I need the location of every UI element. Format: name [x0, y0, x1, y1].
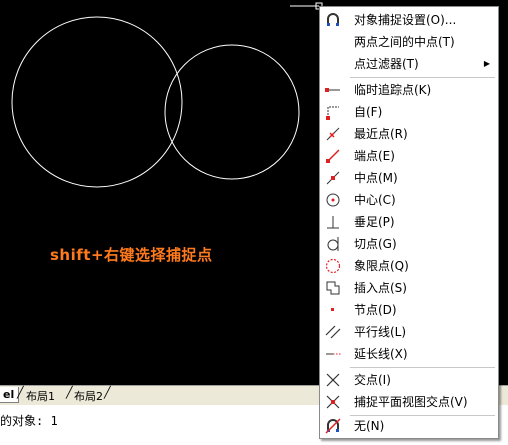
- menu-item-endpoint[interactable]: 端点(E): [320, 145, 498, 167]
- menu-item-label: 插入点(S): [354, 281, 407, 295]
- apparent-intersection-icon: [326, 395, 340, 409]
- instruction-caption: shift+右键选择捕捉点: [50, 246, 213, 264]
- menu-item-apparent-intersection[interactable]: 捕捉平面视图交点(V): [320, 391, 498, 413]
- menu-item-label: 点过滤器(T): [354, 57, 419, 71]
- menu-item-label: 端点(E): [354, 149, 395, 163]
- menu-item-label: 中点(M): [354, 171, 398, 185]
- menu-item-extension[interactable]: 延长线(X): [320, 343, 498, 365]
- osnap-context-menu: 对象捕捉设置(O)... 两点之间的中点(T) 点过滤器(T) ▶ 临时追踪点(…: [319, 6, 499, 439]
- intersection-icon: [326, 373, 340, 387]
- from-icon: [326, 106, 339, 120]
- menu-item-none[interactable]: 无(N): [320, 415, 498, 437]
- insertion-icon: [326, 281, 340, 295]
- endpoint-icon: [326, 149, 340, 163]
- menu-item-label: 垂足(P): [354, 215, 395, 229]
- center-icon: [326, 193, 340, 207]
- menu-item-osnap-settings[interactable]: 对象捕捉设置(O)...: [320, 9, 498, 31]
- extension-icon: [326, 353, 341, 355]
- menu-item-label: 最近点(R): [354, 127, 408, 141]
- menu-item-label: 捕捉平面视图交点(V): [354, 395, 468, 409]
- quadrant-icon: [325, 258, 341, 274]
- menu-item-from[interactable]: 自(F): [320, 101, 498, 123]
- menu-item-label: 交点(I): [354, 373, 391, 387]
- command-history-line: 的对象: 1: [0, 414, 58, 428]
- snap-settings-icon: [327, 13, 339, 26]
- menu-item-label: 两点之间的中点(T): [354, 35, 455, 49]
- menu-item-label: 自(F): [354, 105, 383, 119]
- none-icon: [325, 418, 341, 434]
- tab-divider: ╱: [104, 386, 111, 399]
- temporary-track-icon: [325, 88, 340, 92]
- perpendicular-icon: [327, 216, 339, 229]
- menu-item-point-filters[interactable]: 点过滤器(T) ▶: [320, 53, 498, 75]
- tab-layout2[interactable]: 布局2: [70, 387, 107, 405]
- parallel-icon: [325, 325, 341, 339]
- menu-item-midpoint[interactable]: 中点(M): [320, 167, 498, 189]
- menu-item-center[interactable]: 中心(C): [320, 189, 498, 211]
- circle-large: [11, 16, 183, 188]
- menu-item-label: 无(N): [354, 419, 385, 433]
- menu-item-label: 对象捕捉设置(O)...: [354, 13, 457, 27]
- menu-item-parallel[interactable]: 平行线(L): [320, 321, 498, 343]
- menu-item-tangent[interactable]: 切点(G): [320, 233, 498, 255]
- menu-item-perpendicular[interactable]: 垂足(P): [320, 211, 498, 233]
- menu-item-label: 中心(C): [354, 193, 396, 207]
- menu-item-node[interactable]: 节点(D): [320, 299, 498, 321]
- menu-item-label: 平行线(L): [354, 325, 407, 339]
- nearest-icon: [326, 127, 340, 141]
- menu-separator: [350, 77, 495, 78]
- menu-item-label: 延长线(X): [354, 347, 408, 361]
- menu-item-quadrant[interactable]: 象限点(Q): [320, 255, 498, 277]
- menu-item-label: 切点(G): [354, 237, 397, 251]
- menu-item-intersection[interactable]: 交点(I): [320, 369, 498, 391]
- menu-item-temporary-track[interactable]: 临时追踪点(K): [320, 79, 498, 101]
- menu-item-mid-between-points[interactable]: 两点之间的中点(T): [320, 31, 498, 53]
- midpoint-icon: [326, 171, 340, 185]
- tangent-icon: [327, 237, 339, 251]
- menu-item-insertion[interactable]: 插入点(S): [320, 277, 498, 299]
- node-icon: [331, 308, 334, 311]
- submenu-arrow-icon: ▶: [483, 59, 490, 68]
- tab-layout1[interactable]: 布局1: [22, 387, 59, 405]
- menu-item-nearest[interactable]: 最近点(R): [320, 123, 498, 145]
- menu-separator: [350, 367, 495, 368]
- menu-item-label: 节点(D): [354, 303, 397, 317]
- circle-small: [164, 44, 300, 180]
- menu-item-label: 象限点(Q): [354, 259, 409, 273]
- menu-item-label: 临时追踪点(K): [354, 83, 432, 97]
